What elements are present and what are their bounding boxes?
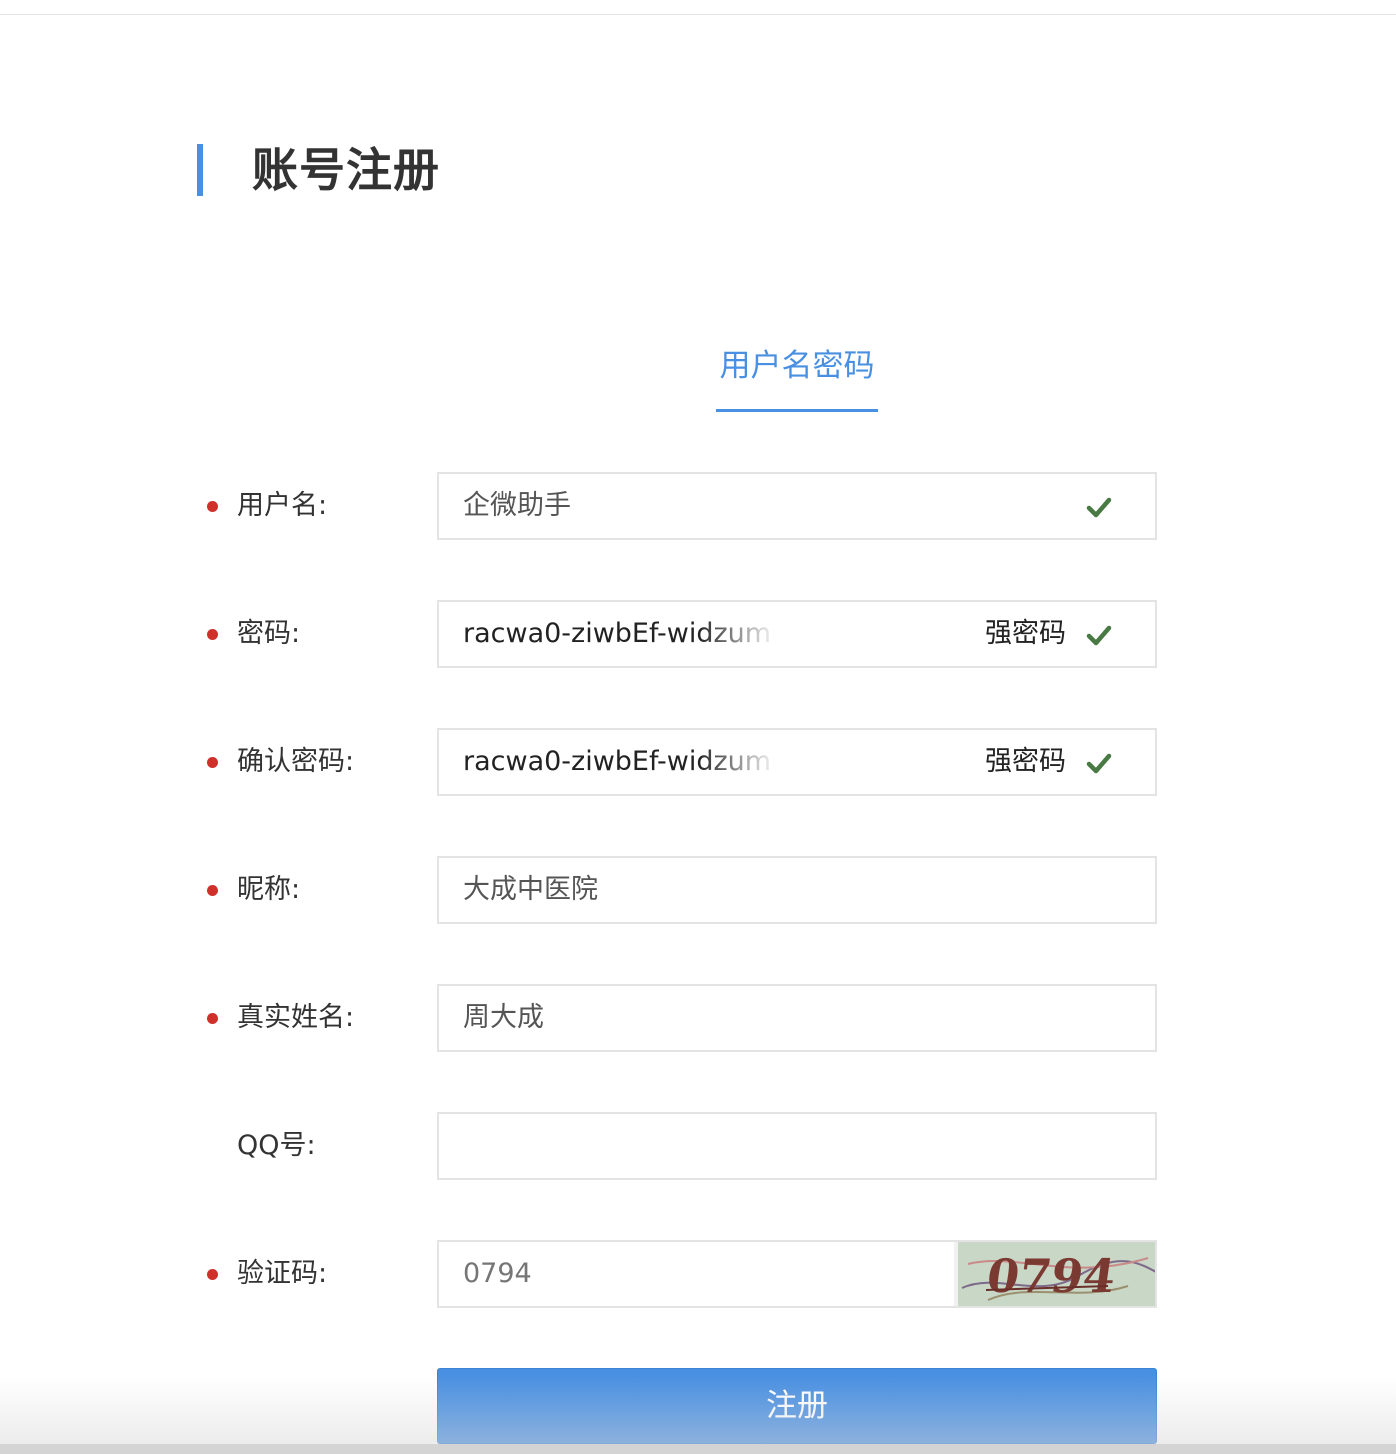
captcha-label: 验证码: — [237, 1258, 328, 1289]
captcha-text: 0794 — [983, 1249, 1119, 1303]
top-divider — [0, 14, 1396, 15]
username-row: 用户名: — [0, 472, 1396, 540]
required-dot — [207, 885, 218, 896]
register-button[interactable]: 注册 — [437, 1368, 1157, 1444]
required-dot — [207, 629, 218, 640]
real-name-input[interactable] — [463, 986, 1123, 1050]
nickname-label: 昵称: — [237, 874, 301, 905]
password-field-box: 强密码 — [437, 600, 1157, 668]
nickname-field-box — [437, 856, 1157, 924]
captcha-row: 验证码: 0794 — [0, 1240, 1396, 1308]
password-strength-label: 强密码 — [985, 618, 1066, 649]
username-label: 用户名: — [237, 490, 328, 521]
confirm-password-row: 确认密码: 强密码 — [0, 728, 1396, 796]
real-name-field-box — [437, 984, 1157, 1052]
password-input[interactable] — [463, 602, 777, 666]
confirm-password-input[interactable] — [463, 730, 777, 794]
required-dot — [207, 1269, 218, 1280]
qq-row: QQ号: — [0, 1112, 1396, 1180]
captcha-field-box: 0794 — [437, 1240, 1157, 1308]
qq-field-box — [437, 1112, 1157, 1180]
qq-label: QQ号: — [237, 1130, 316, 1161]
title-accent-bar — [197, 144, 203, 196]
required-dot — [207, 501, 218, 512]
username-input[interactable] — [463, 474, 1123, 538]
bottom-scrollbar-track — [0, 1444, 1396, 1454]
confirm-password-label: 确认密码: — [237, 746, 355, 777]
check-icon — [1086, 753, 1112, 774]
confirm-password-field-box: 强密码 — [437, 728, 1157, 796]
real-name-label: 真实姓名: — [237, 1002, 355, 1033]
captcha-input[interactable] — [463, 1242, 943, 1306]
page-title: 账号注册 — [252, 143, 440, 197]
real-name-row: 真实姓名: — [0, 984, 1396, 1052]
password-row: 密码: 强密码 — [0, 600, 1396, 668]
captcha-image[interactable]: 0794 — [954, 1242, 1155, 1306]
tab-active-underline — [716, 409, 878, 412]
check-icon — [1086, 497, 1112, 518]
required-dot — [207, 757, 218, 768]
username-field-box — [437, 472, 1157, 540]
tab-label: 用户名密码 — [719, 348, 875, 384]
confirm-password-strength-label: 强密码 — [985, 746, 1066, 777]
check-icon — [1086, 625, 1112, 646]
qq-input[interactable] — [463, 1114, 1123, 1178]
nickname-input[interactable] — [463, 858, 1123, 922]
tab-username-password[interactable]: 用户名密码 — [716, 344, 878, 412]
captcha-graphic: 0794 — [958, 1242, 1155, 1306]
password-label: 密码: — [237, 618, 301, 649]
register-page: 账号注册 用户名密码 用户名: 密码: 强密码 确认密码: — [0, 0, 1396, 1454]
required-dot — [207, 1013, 218, 1024]
nickname-row: 昵称: — [0, 856, 1396, 924]
